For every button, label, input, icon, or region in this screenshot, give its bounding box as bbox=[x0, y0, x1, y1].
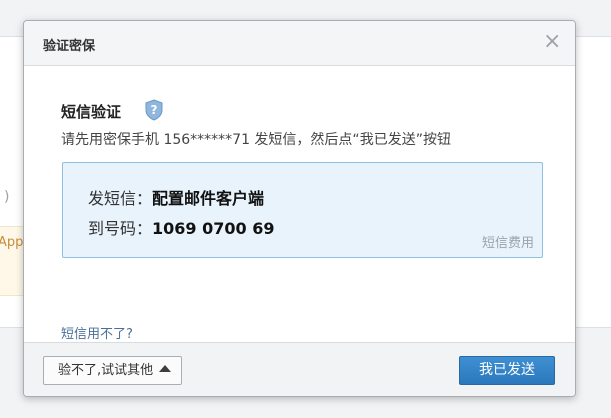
sms-number-row: 到号码：1069 0700 69 bbox=[88, 215, 274, 239]
sms-info-box: 发短信：配置邮件客户端 到号码：1069 0700 69 短信费用 bbox=[62, 162, 543, 258]
caret-up-icon bbox=[159, 365, 172, 372]
sms-content-label: 发短信： bbox=[88, 189, 153, 208]
sms-instruction: 请先用密保手机 156******71 发短信，然后点“我已发送”按钮 bbox=[61, 132, 451, 148]
sms-number-value: 1069 0700 69 bbox=[152, 219, 275, 238]
background-app-text: App bbox=[0, 235, 24, 250]
close-icon[interactable]: × bbox=[543, 31, 561, 53]
dialog-title: 验证密保 bbox=[43, 39, 96, 54]
verify-security-dialog: 验证密保 × 短信验证 ? 请先用密保手机 156******71 发短信，然后… bbox=[23, 20, 576, 397]
cant-use-sms-link[interactable]: 短信用不了? bbox=[61, 323, 133, 342]
dialog-footer: 验不了,试试其他 我已发送 bbox=[24, 342, 575, 396]
question-shield-icon[interactable]: ? bbox=[144, 99, 164, 121]
sms-number-label: 到号码： bbox=[88, 219, 153, 238]
background-paren: ) bbox=[4, 189, 10, 205]
sms-verify-heading: 短信验证 bbox=[61, 103, 122, 121]
i-have-sent-button[interactable]: 我已发送 bbox=[459, 356, 555, 385]
svg-text:?: ? bbox=[151, 103, 158, 117]
dialog-header: 验证密保 × bbox=[24, 21, 575, 66]
try-other-methods-button[interactable]: 验不了,试试其他 bbox=[43, 356, 183, 385]
sms-fee-link[interactable]: 短信费用 bbox=[482, 232, 534, 251]
try-other-label: 验不了,试试其他 bbox=[58, 363, 154, 378]
sms-content-row: 发短信：配置邮件客户端 bbox=[88, 185, 264, 209]
sms-content-value: 配置邮件客户端 bbox=[152, 189, 265, 208]
